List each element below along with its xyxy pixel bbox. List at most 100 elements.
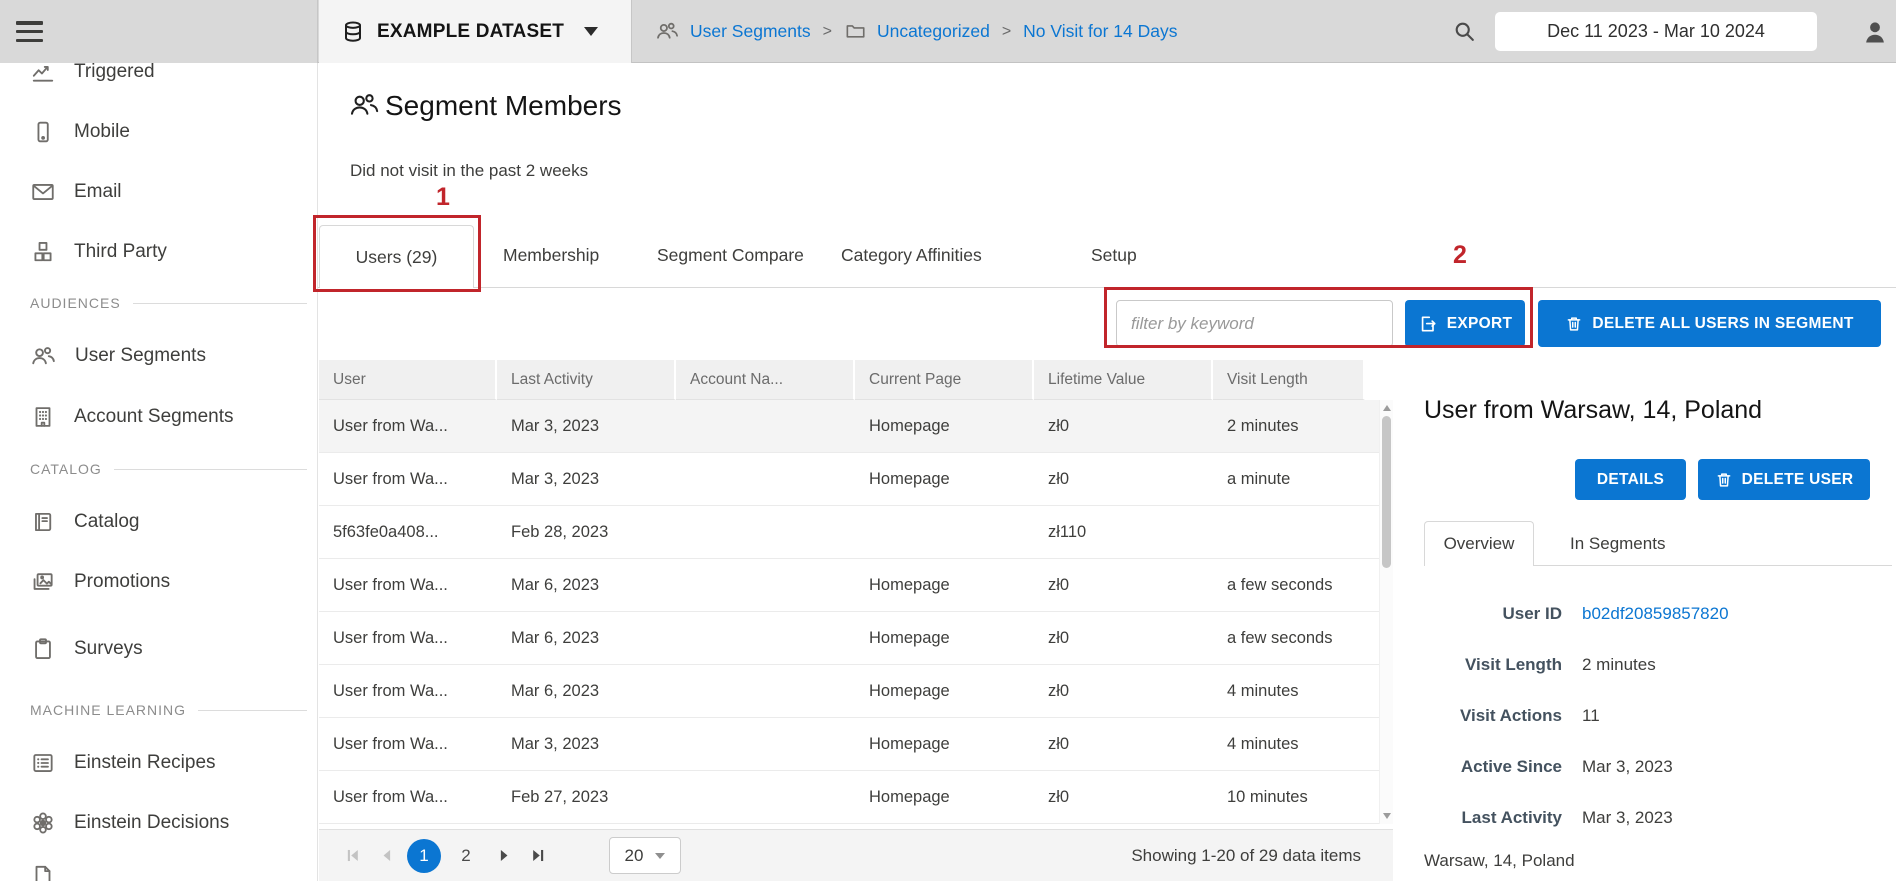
sidebar-item-label: User Segments: [75, 345, 206, 367]
column-header-account-name[interactable]: Account Na...: [676, 360, 855, 400]
export-icon: [1418, 314, 1438, 334]
column-header-last-activity[interactable]: Last Activity: [497, 360, 676, 400]
filter-input[interactable]: [1116, 300, 1393, 347]
last-page-icon[interactable]: [521, 839, 555, 873]
dataset-selector[interactable]: EXAMPLE DATASET: [319, 0, 632, 63]
cell-visit-length: [1213, 506, 1365, 558]
section-header-label: MACHINE LEARNING: [30, 702, 186, 718]
cell-account-name: [676, 559, 855, 611]
sidebar-item-surveys[interactable]: Surveys: [0, 630, 317, 668]
delete-user-button[interactable]: DELETE USER: [1698, 459, 1870, 500]
cell-user: User from Wa...: [319, 612, 497, 664]
cell-user: User from Wa...: [319, 665, 497, 717]
annotation-step-1: 1: [436, 183, 450, 212]
scrollbar-up-arrow-icon[interactable]: [1383, 405, 1391, 411]
table-scrollbar[interactable]: [1379, 400, 1393, 824]
search-icon[interactable]: [1452, 19, 1477, 44]
table-row[interactable]: User from Wa... Mar 6, 2023 Homepage zł0…: [319, 612, 1393, 665]
cell-last-activity: Feb 28, 2023: [497, 506, 676, 558]
table-row[interactable]: User from Wa... Mar 3, 2023 Homepage zł0…: [319, 400, 1393, 453]
export-label: EXPORT: [1447, 315, 1513, 333]
field-value: Mar 3, 2023: [1582, 757, 1673, 781]
cell-current-page: Homepage: [855, 771, 1034, 823]
export-button[interactable]: EXPORT: [1405, 300, 1525, 347]
date-range-picker[interactable]: Dec 11 2023 - Mar 10 2024: [1495, 12, 1817, 51]
list-card-icon: [30, 750, 56, 776]
scrollbar-thumb[interactable]: [1382, 416, 1391, 568]
cell-lifetime-value: zł0: [1034, 665, 1213, 717]
cell-current-page: Homepage: [855, 718, 1034, 770]
breadcrumb-user-segments[interactable]: User Segments: [690, 21, 811, 42]
topbar: EXAMPLE DATASET User Segments > Uncatego…: [0, 0, 1896, 63]
sidebar-item-partial[interactable]: [0, 857, 317, 881]
sidebar-item-account-segments[interactable]: Account Segments: [0, 398, 317, 436]
page-size-select[interactable]: 20: [609, 837, 681, 874]
topbar-right: Dec 11 2023 - Mar 10 2024: [1452, 0, 1896, 63]
tab-segment-compare[interactable]: Segment Compare: [657, 245, 804, 266]
panel-tab-in-segments[interactable]: In Segments: [1570, 534, 1665, 554]
sidebar-item-label: Einstein Recipes: [74, 752, 216, 774]
table-row[interactable]: User from Wa... Feb 27, 2023 Homepage zł…: [319, 771, 1393, 824]
column-header-visit-length[interactable]: Visit Length: [1213, 360, 1365, 400]
sidebar-item-user-segments[interactable]: User Segments: [0, 337, 317, 375]
previous-page-icon[interactable]: [369, 839, 403, 873]
database-icon: [341, 20, 365, 44]
table-row[interactable]: 5f63fe0a408... Feb 28, 2023 zł110: [319, 506, 1393, 559]
users-group-icon: [655, 19, 680, 44]
cell-lifetime-value: zł0: [1034, 559, 1213, 611]
trash-icon: [1715, 471, 1733, 489]
sidebar-item-einstein-recipes[interactable]: Einstein Recipes: [0, 744, 317, 782]
column-header-user[interactable]: User: [319, 360, 497, 400]
scrollbar-down-arrow-icon[interactable]: [1383, 813, 1391, 819]
sidebar-item-third-party[interactable]: Third Party: [0, 233, 317, 271]
table-row[interactable]: User from Wa... Mar 6, 2023 Homepage zł0…: [319, 665, 1393, 718]
column-header-current-page[interactable]: Current Page: [855, 360, 1034, 400]
cell-last-activity: Mar 3, 2023: [497, 400, 676, 452]
hamburger-menu-icon[interactable]: [16, 21, 43, 42]
delete-all-users-button[interactable]: DELETE ALL USERS IN SEGMENT: [1538, 300, 1881, 347]
sidebar-item-triggered[interactable]: Triggered: [0, 63, 317, 91]
cell-last-activity: Mar 3, 2023: [497, 453, 676, 505]
cell-account-name: [676, 665, 855, 717]
sidebar-item-einstein-decisions[interactable]: Einstein Decisions: [0, 804, 317, 842]
cell-lifetime-value: zł110: [1034, 506, 1213, 558]
cell-user: User from Wa...: [319, 400, 497, 452]
tab-setup[interactable]: Setup: [1091, 245, 1137, 266]
sidebar-item-catalog[interactable]: Catalog: [0, 503, 317, 541]
sidebar-item-label: Promotions: [74, 571, 170, 593]
column-header-lifetime-value[interactable]: Lifetime Value: [1034, 360, 1213, 400]
field-active-since: Active Since Mar 3, 2023: [1422, 757, 1892, 781]
sidebar-item-label: Triggered: [74, 63, 155, 83]
triggered-icon: [30, 63, 56, 85]
user-avatar-icon[interactable]: [1861, 18, 1889, 46]
tab-category-affinities[interactable]: Category Affinities: [841, 245, 982, 266]
sidebar-item-promotions[interactable]: Promotions: [0, 563, 317, 601]
details-button[interactable]: DETAILS: [1575, 459, 1686, 500]
page-title: Segment Members: [348, 89, 622, 122]
caret-down-icon: [584, 27, 598, 36]
user-id-link[interactable]: b02df20859857820: [1582, 604, 1729, 628]
table-row[interactable]: User from Wa... Mar 3, 2023 Homepage zł0…: [319, 453, 1393, 506]
next-page-icon[interactable]: [487, 839, 521, 873]
sidebar-item-email[interactable]: Email: [0, 173, 317, 211]
cell-current-page: Homepage: [855, 400, 1034, 452]
tab-users[interactable]: Users (29): [319, 225, 474, 288]
email-icon: [30, 179, 56, 205]
sidebar-item-mobile[interactable]: Mobile: [0, 113, 317, 151]
sidebar-item-label: Mobile: [74, 121, 130, 143]
breadcrumb-uncategorized[interactable]: Uncategorized: [877, 21, 990, 42]
annotation-step-2: 2: [1453, 241, 1467, 270]
panel-tab-overview[interactable]: Overview: [1424, 521, 1534, 566]
tab-membership[interactable]: Membership: [503, 245, 599, 266]
page-button-2[interactable]: 2: [449, 839, 483, 873]
breadcrumb-current-page[interactable]: No Visit for 14 Days: [1023, 21, 1177, 42]
cell-lifetime-value: zł0: [1034, 771, 1213, 823]
table-row[interactable]: User from Wa... Mar 6, 2023 Homepage zł0…: [319, 559, 1393, 612]
cell-visit-length: a few seconds: [1213, 559, 1365, 611]
first-page-icon[interactable]: [335, 839, 369, 873]
page-button-1[interactable]: 1: [407, 839, 441, 873]
cell-account-name: [676, 453, 855, 505]
users-table: User Last Activity Account Na... Current…: [319, 360, 1393, 829]
table-row[interactable]: User from Wa... Mar 3, 2023 Homepage zł0…: [319, 718, 1393, 771]
field-label: Visit Length: [1422, 655, 1562, 679]
